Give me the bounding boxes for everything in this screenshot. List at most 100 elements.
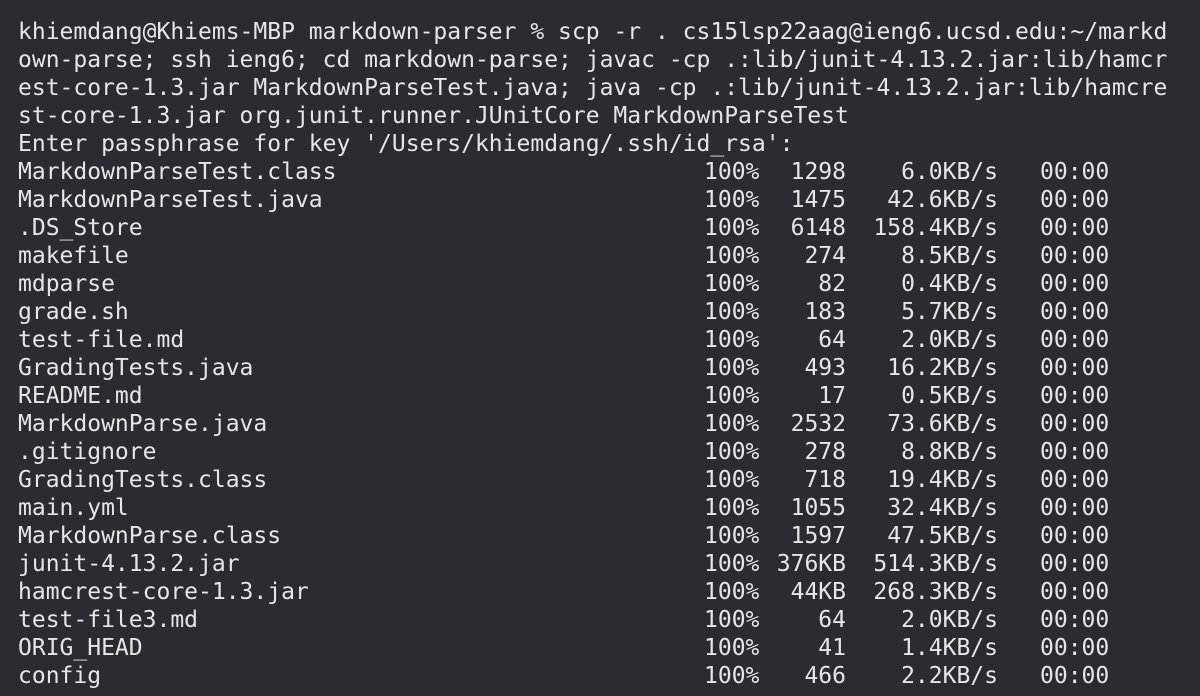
- transfer-row: main.yml 100% 1055 32.4KB/s 00:00: [18, 494, 1200, 522]
- transfer-time: 00:00: [1040, 635, 1110, 661]
- transfer-row: grade.sh 100% 183 5.7KB/s 00:00: [18, 298, 1200, 326]
- transfer-time: 00:00: [1040, 439, 1110, 465]
- transfer-row: GradingTests.class 100% 718 19.4KB/s 00:00: [18, 466, 1200, 494]
- transfer-row: hamcrest-core-1.3.jar 100% 44KB 268.3KB/s 00…: [18, 578, 1200, 606]
- transfer-time: 00:00: [1040, 607, 1110, 633]
- transfer-rate: 47.5KB/s: [887, 523, 998, 549]
- transfer-rate: 32.4KB/s: [887, 495, 998, 521]
- transfer-percent: 100%: [704, 607, 760, 633]
- transfer-time: 00:00: [1040, 159, 1110, 185]
- transfer-rate: 5.7KB/s: [901, 299, 998, 325]
- transfer-percent: 100%: [704, 579, 760, 605]
- file-name: GradingTests.class: [18, 467, 268, 493]
- transfer-time: 00:00: [1040, 579, 1110, 605]
- file-name: junit-4.13.2.jar: [18, 551, 240, 577]
- file-size: 2532: [790, 411, 846, 437]
- file-name: makefile: [18, 243, 129, 269]
- transfer-time: 00:00: [1040, 271, 1110, 297]
- file-name: hamcrest-core-1.3.jar: [18, 579, 309, 605]
- transfer-percent: 100%: [704, 439, 760, 465]
- transfer-row: MarkdownParse.java 100% 2532 73.6KB/s 00:00: [18, 410, 1200, 438]
- transfer-rate: 8.8KB/s: [901, 439, 998, 465]
- file-name: grade.sh: [18, 299, 129, 325]
- file-size: 6148: [790, 215, 846, 241]
- file-size: 41: [818, 635, 846, 661]
- file-size: 1597: [790, 523, 846, 549]
- transfer-time: 00:00: [1040, 411, 1110, 437]
- file-size: 64: [818, 607, 846, 633]
- file-name: test-file3.md: [18, 607, 199, 633]
- transfer-percent: 100%: [704, 243, 760, 269]
- file-name: .gitignore: [18, 439, 157, 465]
- transfer-time: 00:00: [1040, 495, 1110, 521]
- transfer-rate: 8.5KB/s: [901, 243, 998, 269]
- transfer-rate: 2.0KB/s: [901, 327, 998, 353]
- transfer-time: 00:00: [1040, 187, 1110, 213]
- file-name: .DS_Store: [18, 215, 143, 241]
- file-size: 718: [804, 467, 846, 493]
- file-size: 376KB: [776, 551, 846, 577]
- transfer-percent: 100%: [704, 383, 760, 409]
- transfer-row: mdparse 100% 82 0.4KB/s 00:00: [18, 270, 1200, 298]
- file-size: 183: [804, 299, 846, 325]
- file-name: main.yml: [18, 495, 129, 521]
- transfer-row: .DS_Store 100% 6148 158.4KB/s 00:00: [18, 214, 1200, 242]
- transfer-percent: 100%: [704, 271, 760, 297]
- file-size: 274: [804, 243, 846, 269]
- file-name: MarkdownParse.java: [18, 411, 268, 437]
- transfer-row: MarkdownParseTest.java 100% 1475 42.6KB/s 00…: [18, 186, 1200, 214]
- transfer-percent: 100%: [704, 411, 760, 437]
- file-size: 64: [818, 327, 846, 353]
- transfer-percent: 100%: [704, 215, 760, 241]
- command-line: own-parse; ssh ieng6; cd markdown-parse;…: [18, 47, 1168, 73]
- transfer-row: MarkdownParseTest.class 100% 1298 6.0KB/s 00…: [18, 158, 1200, 186]
- transfer-rate: 2.0KB/s: [901, 607, 998, 633]
- passphrase-prompt: Enter passphrase for key '/Users/khiemda…: [18, 131, 794, 157]
- transfer-percent: 100%: [704, 159, 760, 185]
- transfer-time: 00:00: [1040, 215, 1110, 241]
- transfer-percent: 100%: [704, 467, 760, 493]
- file-name: MarkdownParseTest.class: [18, 159, 337, 185]
- terminal-window[interactable]: khiemdang@Khiems-MBP markdown-parser % s…: [0, 0, 1200, 696]
- file-size: 278: [804, 439, 846, 465]
- file-name: config: [18, 663, 102, 689]
- transfer-rate: 73.6KB/s: [887, 411, 998, 437]
- transfer-time: 00:00: [1040, 355, 1110, 381]
- transfer-percent: 100%: [704, 551, 760, 577]
- transfer-rate: 268.3KB/s: [873, 579, 998, 605]
- transfer-rate: 19.4KB/s: [887, 467, 998, 493]
- transfer-percent: 100%: [704, 327, 760, 353]
- file-name: README.md: [18, 383, 143, 409]
- transfer-row: test-file.md 100% 64 2.0KB/s 00:00: [18, 326, 1200, 354]
- transfer-time: 00:00: [1040, 663, 1110, 689]
- transfer-row: config 100% 466 2.2KB/s 00:00: [18, 662, 1200, 690]
- transfer-rate: 16.2KB/s: [887, 355, 998, 381]
- transfer-row: makefile 100% 274 8.5KB/s 00:00: [18, 242, 1200, 270]
- file-size: 466: [804, 663, 846, 689]
- transfer-row: .gitignore 100% 278 8.8KB/s 00:00: [18, 438, 1200, 466]
- transfer-percent: 100%: [704, 635, 760, 661]
- file-size: 44KB: [790, 579, 846, 605]
- transfer-row: ORIG_HEAD 100% 41 1.4KB/s 00:00: [18, 634, 1200, 662]
- transfer-row: junit-4.13.2.jar 100% 376KB 514.3KB/s 00:00: [18, 550, 1200, 578]
- file-size: 1298: [790, 159, 846, 185]
- command-line: st-core-1.3.jar org.junit.runner.JUnitCo…: [18, 103, 849, 129]
- transfer-time: 00:00: [1040, 243, 1110, 269]
- file-name: GradingTests.java: [18, 355, 254, 381]
- transfer-time: 00:00: [1040, 327, 1110, 353]
- file-name: MarkdownParse.class: [18, 523, 282, 549]
- file-size: 17: [818, 383, 846, 409]
- transfer-list: MarkdownParseTest.class 100% 1298 6.0KB/s 00…: [18, 158, 1200, 690]
- file-size: 82: [818, 271, 846, 297]
- transfer-rate: 42.6KB/s: [887, 187, 998, 213]
- transfer-rate: 0.4KB/s: [901, 271, 998, 297]
- transfer-row: README.md 100% 17 0.5KB/s 00:00: [18, 382, 1200, 410]
- transfer-rate: 514.3KB/s: [873, 551, 998, 577]
- transfer-percent: 100%: [704, 299, 760, 325]
- file-name: mdparse: [18, 271, 115, 297]
- transfer-percent: 100%: [704, 495, 760, 521]
- transfer-time: 00:00: [1040, 299, 1110, 325]
- command-line: khiemdang@Khiems-MBP markdown-parser % s…: [18, 19, 1168, 45]
- transfer-rate: 158.4KB/s: [873, 215, 998, 241]
- transfer-time: 00:00: [1040, 383, 1110, 409]
